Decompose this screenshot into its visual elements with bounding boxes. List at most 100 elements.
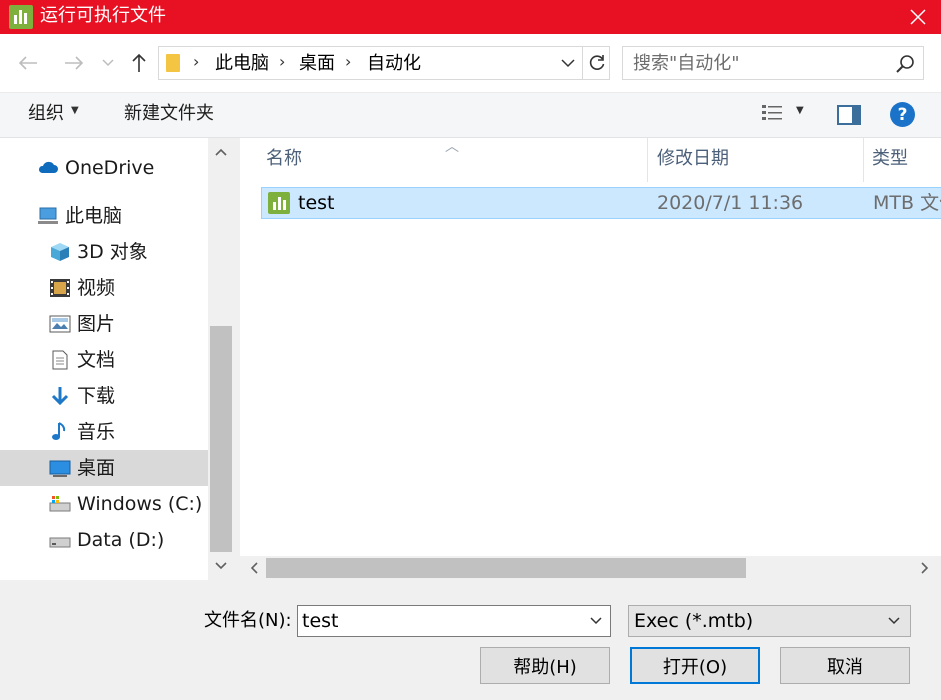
desktop-icon (49, 460, 71, 477)
nav-vertical-scrollbar[interactable] (208, 138, 234, 580)
search-input[interactable]: 搜索"自动化" (622, 46, 924, 80)
organize-button[interactable]: 组织 (28, 103, 64, 125)
address-row: › 此电脑 › 桌面 › 自动化 搜索"自动化" (0, 34, 941, 92)
breadcrumb-desktop[interactable]: 桌面 (299, 53, 335, 75)
nav-label: 文档 (77, 349, 116, 371)
computer-icon (38, 207, 58, 224)
address-bar[interactable]: › 此电脑 › 桌面 › 自动化 (158, 46, 610, 80)
chevron-down-icon (888, 617, 900, 625)
nav-label: OneDrive (65, 157, 155, 179)
column-header-modified[interactable]: 修改日期 (648, 138, 863, 182)
nav-item-downloads[interactable]: 下载 (0, 378, 208, 414)
open-button[interactable]: 打开(O) (630, 647, 760, 684)
scroll-right-icon[interactable] (913, 556, 937, 580)
nav-item-this-pc[interactable]: 此电脑 (0, 198, 208, 234)
breadcrumb-separator: › (279, 52, 286, 71)
scroll-left-icon[interactable] (242, 556, 266, 580)
scrollbar-thumb[interactable] (210, 326, 232, 552)
drive-icon (49, 496, 71, 512)
breadcrumb-this-pc[interactable]: 此电脑 (215, 53, 269, 75)
document-icon (52, 350, 68, 370)
nav-label: Data (D:) (77, 529, 165, 551)
search-placeholder: 搜索"自动化" (633, 53, 740, 74)
nav-item-desktop[interactable]: 桌面 (0, 450, 208, 486)
scroll-down-icon[interactable] (208, 554, 234, 578)
filetype-value: Exec (*.mtb) (634, 610, 754, 632)
new-folder-button[interactable]: 新建文件夹 (124, 103, 214, 125)
search-icon (896, 55, 914, 73)
recent-locations-button[interactable] (96, 49, 120, 77)
filetype-dropdown-button[interactable] (884, 610, 904, 632)
nav-label: 音乐 (77, 421, 116, 443)
nav-item-drive-d[interactable]: Data (D:) (0, 522, 208, 558)
column-label: 修改日期 (657, 148, 729, 169)
help-icon[interactable]: ? (890, 102, 915, 127)
filename-label: 文件名(N): (204, 610, 292, 631)
view-dropdown-icon[interactable]: ▼ (796, 105, 804, 116)
picture-icon (49, 315, 71, 333)
drive-icon (49, 537, 71, 548)
nav-item-onedrive[interactable]: OneDrive (0, 150, 208, 186)
filename-value: test (302, 610, 339, 632)
navigation-pane: OneDrive 此电脑 3D 对象 视频 图片 文档 下载 音乐 桌面 Win… (0, 138, 234, 580)
filename-input[interactable]: test (297, 605, 611, 637)
up-button[interactable] (125, 49, 153, 77)
column-label: 类型 (872, 148, 908, 169)
table-row[interactable]: test 2020/7/1 11:36 MTB 文件 (261, 187, 941, 219)
view-options-icon[interactable] (761, 103, 783, 125)
command-toolbar: 组织 ▼ 新建文件夹 ▼ ? (0, 92, 941, 138)
close-button[interactable] (895, 0, 941, 34)
sort-ascending-icon: ︿ (445, 139, 459, 155)
nav-label: 下载 (77, 385, 116, 407)
minitab-file-icon (268, 192, 290, 214)
back-button[interactable] (14, 49, 42, 77)
chevron-down-icon (590, 617, 602, 625)
video-icon (50, 279, 70, 297)
chevron-down-icon (561, 58, 575, 67)
file-type: MTB 文件 (873, 192, 941, 214)
nav-item-drive-c[interactable]: Windows (C:) (0, 486, 208, 522)
nav-item-videos[interactable]: 视频 (0, 270, 208, 306)
cloud-icon (38, 161, 58, 173)
column-header-type[interactable]: 类型 (864, 138, 941, 182)
file-list: ︿ 名称 修改日期 类型 test 2020/7/1 11:36 MTB 文件 (240, 138, 941, 580)
folder-icon (166, 54, 180, 72)
nav-label: 桌面 (77, 457, 116, 479)
arrow-up-icon (132, 53, 146, 72)
arrow-right-icon (65, 56, 84, 70)
scrollbar-thumb[interactable] (266, 558, 746, 578)
close-icon (910, 9, 926, 25)
nav-item-pictures[interactable]: 图片 (0, 306, 208, 342)
music-icon (52, 422, 66, 440)
refresh-button[interactable] (582, 47, 610, 79)
file-name: test (298, 192, 335, 214)
help-button[interactable]: 帮助(H) (480, 647, 610, 684)
title-bar: 运行可执行文件 (0, 0, 941, 34)
preview-pane-icon[interactable] (837, 105, 861, 125)
breadcrumb-automation[interactable]: 自动化 (367, 53, 421, 75)
nav-item-music[interactable]: 音乐 (0, 414, 208, 450)
window-title: 运行可执行文件 (40, 5, 166, 26)
column-label: 名称 (266, 148, 302, 169)
address-dropdown-button[interactable] (557, 51, 579, 75)
column-header-name[interactable]: ︿ 名称 (240, 138, 648, 182)
file-horizontal-scrollbar[interactable] (240, 556, 941, 580)
caret-down-icon: ▼ (71, 105, 79, 116)
filetype-select[interactable]: Exec (*.mtb) (628, 605, 911, 637)
chevron-down-icon (102, 59, 114, 67)
nav-item-documents[interactable]: 文档 (0, 342, 208, 378)
app-icon (9, 5, 33, 29)
cube-icon (51, 243, 69, 261)
nav-label: 此电脑 (65, 205, 123, 227)
nav-label: 3D 对象 (77, 241, 148, 263)
nav-item-3d-objects[interactable]: 3D 对象 (0, 234, 208, 270)
breadcrumb-separator: › (345, 52, 352, 71)
file-modified: 2020/7/1 11:36 (657, 192, 804, 214)
filename-dropdown-button[interactable] (586, 610, 606, 632)
forward-button[interactable] (60, 49, 88, 77)
cancel-button[interactable]: 取消 (780, 647, 910, 684)
refresh-icon (589, 55, 604, 70)
nav-label: Windows (C:) (77, 493, 203, 515)
scroll-up-icon[interactable] (208, 140, 234, 164)
arrow-left-icon (18, 56, 37, 70)
